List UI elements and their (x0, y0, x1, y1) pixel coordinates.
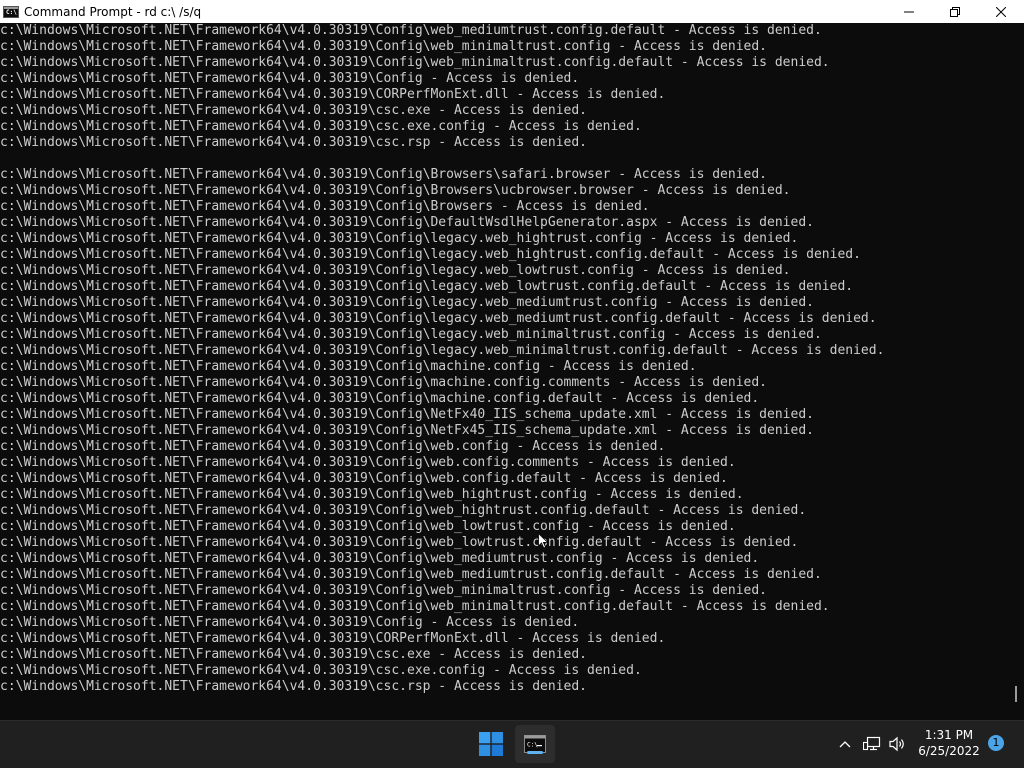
console-line: c:\Windows\Microsoft.NET\Framework64\v4.… (0, 471, 728, 486)
console-line: c:\Windows\Microsoft.NET\Framework64\v4.… (0, 39, 768, 54)
app-icon-label: C:\ (6, 8, 17, 16)
console-line: c:\Windows\Microsoft.NET\Framework64\v4.… (0, 263, 791, 278)
console-output[interactable]: c:\Windows\Microsoft.NET\Framework64\v4.… (0, 23, 1012, 720)
console-line: c:\Windows\Microsoft.NET\Framework64\v4.… (0, 295, 814, 310)
console-line: c:\Windows\Microsoft.NET\Framework64\v4.… (0, 391, 760, 406)
maximize-icon (950, 6, 960, 17)
console-line: c:\Windows\Microsoft.NET\Framework64\v4.… (0, 359, 697, 374)
taskbar-clock[interactable]: 1:31 PM 6/25/2022 (914, 727, 984, 759)
console-scrollbar[interactable] (1012, 23, 1024, 720)
console-line: c:\Windows\Microsoft.NET\Framework64\v4.… (0, 215, 814, 230)
console-line: c:\Windows\Microsoft.NET\Framework64\v4.… (0, 519, 736, 534)
console-line: c:\Windows\Microsoft.NET\Framework64\v4.… (0, 311, 877, 326)
console-line: c:\Windows\Microsoft.NET\Framework64\v4.… (0, 71, 580, 86)
console-line: c:\Windows\Microsoft.NET\Framework64\v4.… (0, 487, 744, 502)
console-line: c:\Windows\Microsoft.NET\Framework64\v4.… (0, 327, 822, 342)
console-line: c:\Windows\Microsoft.NET\Framework64\v4.… (0, 247, 861, 262)
minimize-icon (904, 11, 914, 12)
console-line: c:\Windows\Microsoft.NET\Framework64\v4.… (0, 135, 587, 150)
console-line: c:\Windows\Microsoft.NET\Framework64\v4.… (0, 583, 768, 598)
show-hidden-icons-button[interactable] (836, 734, 854, 754)
console-line: c:\Windows\Microsoft.NET\Framework64\v4.… (0, 439, 666, 454)
console-line: c:\Windows\Microsoft.NET\Framework64\v4.… (0, 423, 814, 438)
title-bar[interactable]: C:\ Command Prompt - rd c:\ /s/q (0, 0, 1024, 23)
network-button[interactable] (863, 735, 881, 753)
console-line: c:\Windows\Microsoft.NET\Framework64\v4.… (0, 679, 587, 694)
console-line: c:\Windows\Microsoft.NET\Framework64\v4.… (0, 599, 830, 614)
close-icon (996, 6, 1006, 17)
console-lines: c:\Windows\Microsoft.NET\Framework64\v4.… (0, 23, 884, 695)
console-line: c:\Windows\Microsoft.NET\Framework64\v4.… (0, 615, 580, 630)
clock-date: 6/25/2022 (918, 744, 980, 758)
console-line: c:\Windows\Microsoft.NET\Framework64\v4.… (0, 183, 791, 198)
console-line: c:\Windows\Microsoft.NET\Framework64\v4.… (0, 663, 642, 678)
console-line: c:\Windows\Microsoft.NET\Framework64\v4.… (0, 647, 587, 662)
console-line: c:\Windows\Microsoft.NET\Framework64\v4.… (0, 23, 822, 38)
close-button[interactable] (978, 0, 1024, 23)
window-controls (886, 0, 1024, 23)
console-line: c:\Windows\Microsoft.NET\Framework64\v4.… (0, 631, 666, 646)
console-line: c:\Windows\Microsoft.NET\Framework64\v4.… (0, 231, 799, 246)
console-line: c:\Windows\Microsoft.NET\Framework64\v4.… (0, 55, 830, 70)
console-line: c:\Windows\Microsoft.NET\Framework64\v4.… (0, 535, 799, 550)
console-line: c:\Windows\Microsoft.NET\Framework64\v4.… (0, 503, 807, 518)
console-line: c:\Windows\Microsoft.NET\Framework64\v4.… (0, 119, 642, 134)
active-app-indicator (527, 751, 543, 754)
notification-badge[interactable]: 1 (988, 735, 1004, 751)
console-line: c:\Windows\Microsoft.NET\Framework64\v4.… (0, 455, 736, 470)
chevron-up-icon (839, 741, 851, 748)
console-line: c:\Windows\Microsoft.NET\Framework64\v4.… (0, 567, 822, 582)
taskbar: C:\ 1:31 PM 6/25/2022 1 (0, 720, 1024, 768)
console-line: c:\Windows\Microsoft.NET\Framework64\v4.… (0, 343, 885, 358)
console-line: c:\Windows\Microsoft.NET\Framework64\v4.… (0, 103, 587, 118)
maximize-button[interactable] (932, 0, 978, 23)
console-line: c:\Windows\Microsoft.NET\Framework64\v4.… (0, 279, 854, 294)
start-button[interactable] (474, 725, 508, 763)
command-prompt-app-icon[interactable]: C:\ (3, 5, 19, 18)
console-line: c:\Windows\Microsoft.NET\Framework64\v4.… (0, 407, 814, 422)
window-title: Command Prompt - rd c:\ /s/q (24, 4, 202, 19)
console-line: c:\Windows\Microsoft.NET\Framework64\v4.… (0, 375, 768, 390)
volume-button[interactable] (889, 735, 907, 753)
taskbar-command-prompt[interactable]: C:\ (515, 725, 555, 763)
svg-text:C:\: C:\ (527, 742, 538, 749)
console-line: c:\Windows\Microsoft.NET\Framework64\v4.… (0, 167, 768, 182)
scrollbar-thumb[interactable] (1015, 686, 1017, 702)
windows-logo-icon (479, 732, 503, 756)
network-icon (863, 736, 881, 751)
volume-icon (889, 736, 904, 752)
console-line: c:\Windows\Microsoft.NET\Framework64\v4.… (0, 87, 666, 102)
console-line: c:\Windows\Microsoft.NET\Framework64\v4.… (0, 199, 650, 214)
clock-time: 1:31 PM (924, 728, 974, 742)
console-line: c:\Windows\Microsoft.NET\Framework64\v4.… (0, 551, 760, 566)
minimize-button[interactable] (886, 0, 932, 23)
mouse-pointer-icon (538, 533, 548, 549)
